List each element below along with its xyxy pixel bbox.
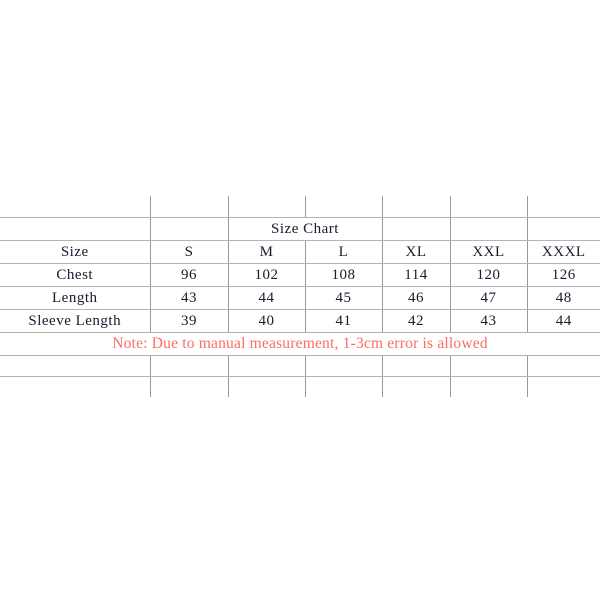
spacer-cell [449,196,528,218]
table-row-title: Size Chart [0,217,600,241]
table-row [0,355,600,377]
cell-length-s: 43 [149,286,229,310]
spacer-cell [526,196,600,218]
cell-length-xxxl: 48 [526,286,600,310]
spacer-cell [304,376,383,397]
header-size-xxxl: XXXL [526,240,600,264]
cell-sleeve-xxl: 43 [449,309,528,333]
measurement-note: Note: Due to manual measurement, 1-3cm e… [0,332,600,356]
spacer-cell [149,196,229,218]
spacer-cell [449,355,528,377]
spacer-cell [149,355,229,377]
title-row-blank [449,217,528,241]
cell-length-xxl: 47 [449,286,528,310]
cell-sleeve-m: 40 [227,309,306,333]
size-chart-table: Size Chart Size S M L XL XXL XXXL Chest … [0,196,600,397]
spacer-cell [227,355,306,377]
cell-sleeve-s: 39 [149,309,229,333]
spacer-cell [0,196,151,218]
title-row-blank [381,217,451,241]
cell-chest-xxxl: 126 [526,263,600,287]
cell-chest-s: 96 [149,263,229,287]
cell-length-l: 45 [304,286,383,310]
spacer-cell [227,376,306,397]
spacer-cell [381,376,451,397]
cell-sleeve-l: 41 [304,309,383,333]
cell-chest-m: 102 [227,263,306,287]
spacer-cell [449,376,528,397]
cell-chest-xxl: 120 [449,263,528,287]
cell-sleeve-xl: 42 [381,309,451,333]
header-size-m: M [227,240,306,264]
spacer-cell [304,196,383,218]
cell-length-m: 44 [227,286,306,310]
spacer-cell [526,355,600,377]
header-size-xl: XL [381,240,451,264]
row-label-length: Length [0,286,151,310]
size-chart-container: Size Chart Size S M L XL XXL XXXL Chest … [0,196,600,397]
table-row [0,376,600,397]
cell-length-xl: 46 [381,286,451,310]
header-size-l: L [304,240,383,264]
title-row-blank [0,217,151,241]
header-size-label: Size [0,240,151,264]
spacer-cell [304,355,383,377]
row-label-chest: Chest [0,263,151,287]
table-row: Chest 96 102 108 114 120 126 [0,263,600,287]
table-row [0,196,600,218]
header-size-xxl: XXL [449,240,528,264]
title-row-blank [526,217,600,241]
spacer-cell [381,355,451,377]
cell-chest-l: 108 [304,263,383,287]
spacer-cell [0,376,151,397]
cell-chest-xl: 114 [381,263,451,287]
table-header-row: Size S M L XL XXL XXXL [0,240,600,264]
table-note-row: Note: Due to manual measurement, 1-3cm e… [0,332,600,356]
spacer-cell [227,196,306,218]
title-row-blank [149,217,229,241]
spacer-cell [381,196,451,218]
spacer-cell [0,355,151,377]
table-title: Size Chart [227,217,383,241]
table-row: Length 43 44 45 46 47 48 [0,286,600,310]
spacer-cell [526,376,600,397]
row-label-sleeve-length: Sleeve Length [0,309,151,333]
spacer-cell [149,376,229,397]
table-row: Sleeve Length 39 40 41 42 43 44 [0,309,600,333]
cell-sleeve-xxxl: 44 [526,309,600,333]
header-size-s: S [149,240,229,264]
